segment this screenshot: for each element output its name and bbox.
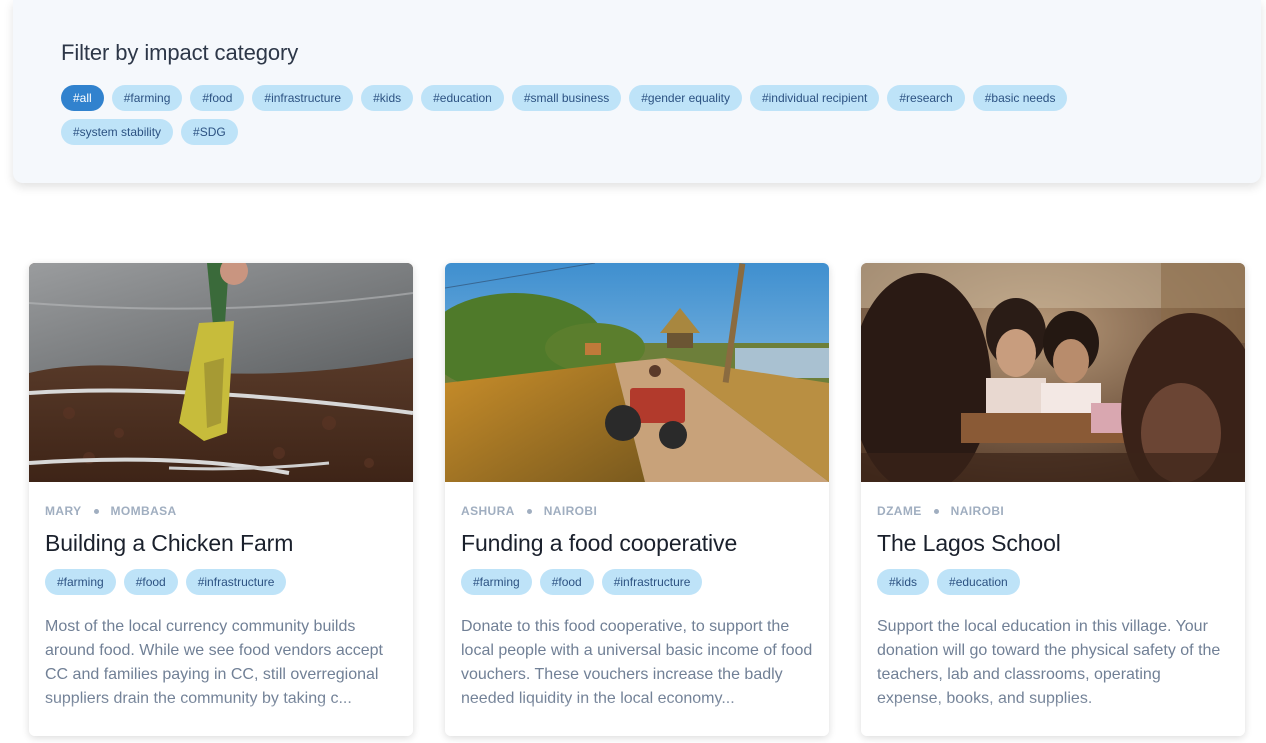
project-card[interactable]: MARY MOMBASA Building a Chicken Farm #fa… <box>29 263 413 736</box>
filter-tag-infrastructure[interactable]: #infrastructure <box>252 85 354 111</box>
card-meta: ASHURA NAIROBI <box>461 504 813 518</box>
card-tag-food[interactable]: #food <box>123 569 178 595</box>
filter-tag-list: #all #farming #food #infrastructure #kid… <box>61 85 1161 145</box>
card-tag-education[interactable]: #education <box>937 569 1020 595</box>
card-tags: #farming #food #infrastructure <box>461 569 813 595</box>
card-fade-overlay <box>861 698 1245 736</box>
filter-tag-sdg[interactable]: #SDG <box>181 119 238 145</box>
recipient-location: MOMBASA <box>110 504 177 518</box>
separator-dot-icon <box>526 508 532 514</box>
card-description: Donate to this food cooperative, to supp… <box>461 618 813 707</box>
recipient-name: ASHURA <box>461 504 515 518</box>
card-fade-overlay <box>29 698 413 736</box>
card-description: Support the local education in this vill… <box>877 618 1221 707</box>
filter-tag-individual-recipient[interactable]: #individual recipient <box>749 85 880 111</box>
project-image-cooperative[interactable] <box>445 263 829 482</box>
filter-tag-basic-needs[interactable]: #basic needs <box>972 85 1068 111</box>
filter-tag-food[interactable]: #food <box>190 85 245 111</box>
project-card[interactable]: DZAME NAIROBI The Lagos School #kids #ed… <box>861 263 1245 736</box>
filter-tag-farming[interactable]: #farming <box>111 85 183 111</box>
card-tag-kids[interactable]: #kids <box>877 569 930 595</box>
project-image-farm[interactable] <box>29 263 413 482</box>
filter-tag-small-business[interactable]: #small business <box>511 85 622 111</box>
card-title[interactable]: Building a Chicken Farm <box>45 530 397 557</box>
card-title[interactable]: Funding a food cooperative <box>461 530 813 557</box>
separator-dot-icon <box>933 508 939 514</box>
recipient-name: MARY <box>45 504 82 518</box>
card-description: Most of the local currency community bui… <box>45 618 383 707</box>
card-tag-infrastructure[interactable]: #infrastructure <box>601 569 703 595</box>
project-card[interactable]: ASHURA NAIROBI Funding a food cooperativ… <box>445 263 829 736</box>
card-meta: MARY MOMBASA <box>45 504 397 518</box>
card-tag-farming[interactable]: #farming <box>45 569 116 595</box>
separator-dot-icon <box>93 508 99 514</box>
filter-title: Filter by impact category <box>61 40 299 65</box>
card-tag-farming[interactable]: #farming <box>461 569 532 595</box>
recipient-name: DZAME <box>877 504 922 518</box>
card-tags: #farming #food #infrastructure <box>45 569 397 595</box>
recipient-location: NAIROBI <box>950 504 1005 518</box>
card-tags: #kids #education <box>877 569 1229 595</box>
card-fade-overlay <box>445 698 829 736</box>
filter-tag-all[interactable]: #all <box>61 85 104 111</box>
card-tag-food[interactable]: #food <box>539 569 594 595</box>
card-tag-infrastructure[interactable]: #infrastructure <box>185 569 287 595</box>
project-card-grid: MARY MOMBASA Building a Chicken Farm #fa… <box>29 263 1245 736</box>
project-image-school[interactable] <box>861 263 1245 482</box>
filter-tag-research[interactable]: #research <box>887 85 965 111</box>
card-meta: DZAME NAIROBI <box>877 504 1229 518</box>
filter-tag-gender-equality[interactable]: #gender equality <box>629 85 742 111</box>
filter-tag-education[interactable]: #education <box>421 85 504 111</box>
card-title[interactable]: The Lagos School <box>877 530 1229 557</box>
recipient-location: NAIROBI <box>543 504 598 518</box>
filter-tag-system-stability[interactable]: #system stability <box>61 119 174 145</box>
filter-panel: Filter by impact category #all #farming … <box>13 0 1261 183</box>
filter-tag-kids[interactable]: #kids <box>361 85 414 111</box>
